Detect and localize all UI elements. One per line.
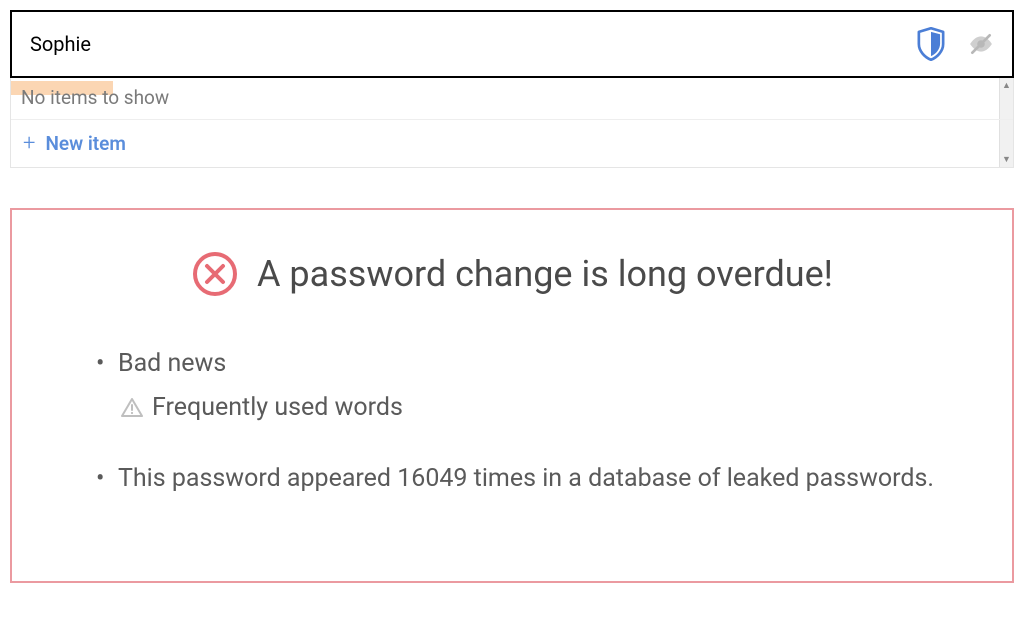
- password-alert: A password change is long overdue! Bad n…: [10, 208, 1014, 583]
- shield-icon[interactable]: [916, 27, 946, 61]
- alert-sub-text: Frequently used words: [152, 390, 403, 426]
- search-icons: [916, 27, 994, 61]
- warning-triangle-icon: [120, 396, 144, 420]
- alert-title: A password change is long overdue!: [257, 253, 833, 295]
- scrollbar-arrow-down-icon[interactable]: ▼: [999, 151, 1013, 167]
- alert-item: Bad news Frequently used words: [96, 346, 942, 427]
- search-bar: [10, 10, 1014, 78]
- alert-item-text: This password appeared 16049 times in a …: [118, 464, 934, 493]
- alert-sub-detail: Frequently used words: [120, 390, 942, 426]
- plus-icon: +: [23, 133, 35, 155]
- new-item-label: New item: [45, 132, 125, 155]
- new-item-button[interactable]: + New item: [11, 120, 1013, 167]
- alert-item: This password appeared 16049 times in a …: [96, 461, 942, 497]
- alert-item-text: Bad news: [118, 349, 226, 378]
- alert-header: A password change is long overdue!: [82, 250, 942, 298]
- no-items-text: No items to show: [11, 78, 1013, 120]
- error-x-icon: [191, 250, 239, 298]
- eye-off-icon[interactable]: [968, 31, 994, 57]
- search-input[interactable]: [30, 32, 916, 56]
- dropdown-panel: No items to show + New item ▲ ▼: [10, 78, 1014, 168]
- alert-list: Bad news Frequently used words This pass…: [82, 346, 942, 497]
